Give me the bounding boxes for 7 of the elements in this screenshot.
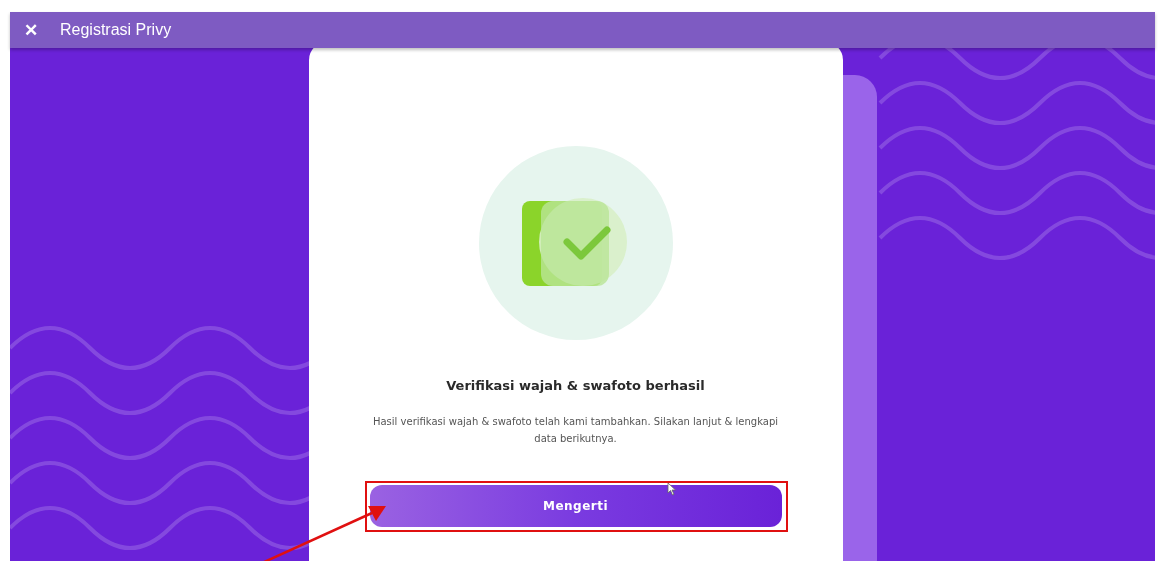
app-title: Registrasi Privy bbox=[60, 21, 172, 39]
mouse-cursor-icon bbox=[667, 482, 677, 496]
card-title: Verifikasi wajah & swafoto berhasil bbox=[446, 378, 705, 393]
close-button[interactable]: ✕ bbox=[24, 19, 38, 41]
card-message: Hasil verifikasi wajah & swafoto telah kami tambahkan. Silakan lanjut & lengkapi data berikutnya. bbox=[371, 415, 779, 446]
check-badge-icon bbox=[478, 146, 673, 340]
understand-button[interactable]: Mengerti bbox=[369, 485, 782, 527]
